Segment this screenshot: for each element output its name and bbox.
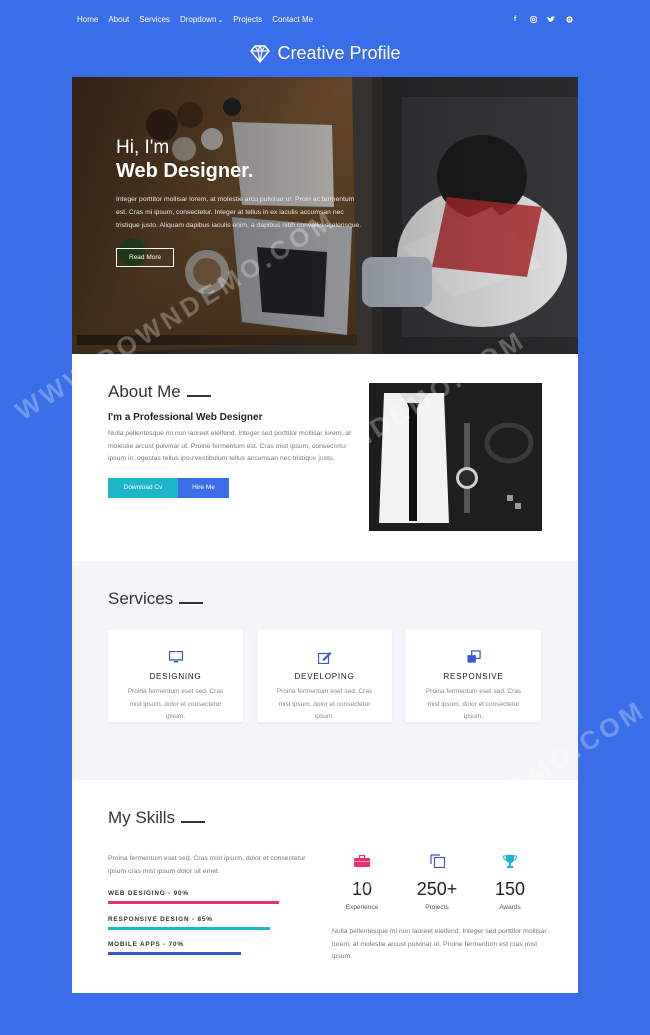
about-text: About Me I'm a Professional Web Designer… xyxy=(108,382,358,498)
hero-text: Hi, I'm Web Designer. Integer porttitor … xyxy=(116,137,366,267)
services-section: Services DESIGNING Proina fermentum eset… xyxy=(72,561,578,780)
briefcase-icon xyxy=(335,855,389,867)
nav-dropdown[interactable]: Dropdown⌄ xyxy=(180,15,223,24)
about-description: Nulla pellentesque mi non laoreet eleife… xyxy=(108,430,351,462)
skills-heading: My Skills xyxy=(108,808,206,828)
hire-me-button[interactable]: Hire Me xyxy=(178,477,229,498)
monitor-icon xyxy=(168,650,183,664)
twitter-icon[interactable] xyxy=(547,15,555,23)
stat-label: Awards xyxy=(499,904,521,911)
skill-label: WEB DESIGING - 90% xyxy=(108,890,189,897)
instagram-icon[interactable] xyxy=(529,15,537,23)
about-section: About Me I'm a Professional Web Designer… xyxy=(72,354,578,561)
hero-description: Integer porttitor mollisar lorem, at mol… xyxy=(116,196,362,229)
trophy-icon xyxy=(483,854,537,868)
service-card-responsive[interactable]: RESPONSIVE Proina fermentum eset sed. Cr… xyxy=(406,630,541,722)
edit-icon xyxy=(317,650,332,664)
read-more-button[interactable]: Read More xyxy=(116,248,175,267)
stat-number: 250+ xyxy=(416,879,458,899)
nav-about[interactable]: About xyxy=(108,15,129,24)
stat-label: Experience xyxy=(345,904,379,911)
brand-title: Creative Profile xyxy=(277,43,401,63)
nav-links: Home About Services Dropdown⌄ Projects C… xyxy=(77,15,323,24)
skill-track xyxy=(108,952,298,955)
nav-home[interactable]: Home xyxy=(77,15,98,24)
hero-title: Web Designer. xyxy=(116,160,254,182)
stat-number: 150 xyxy=(494,879,526,899)
nav-projects[interactable]: Projects xyxy=(233,15,262,24)
dribbble-icon[interactable] xyxy=(565,15,573,23)
service-title: DEVELOPING xyxy=(294,672,355,681)
service-description: Proina fermentum eset sed. Cras mist ips… xyxy=(127,688,224,720)
clone-icon xyxy=(410,854,464,868)
about-subtitle: I'm a Professional Web Designer xyxy=(108,412,263,423)
stat-projects: 250+ Projects xyxy=(410,854,464,911)
skill-track xyxy=(108,927,298,930)
skill-bar-responsive-design: RESPONSIVE DESIGN - 85% xyxy=(108,916,298,930)
about-heading: About Me xyxy=(108,382,358,402)
skill-label: RESPONSIVE DESIGN - 85% xyxy=(108,916,213,923)
title-underline xyxy=(179,602,204,604)
title-underline xyxy=(186,395,211,397)
clone-icon xyxy=(466,650,481,664)
service-card-designing[interactable]: DESIGNING Proina fermentum eset sed. Cra… xyxy=(108,630,243,722)
top-navigation: Home About Services Dropdown⌄ Projects C… xyxy=(0,0,650,38)
nav-services[interactable]: Services xyxy=(139,15,170,24)
service-title: DESIGNING xyxy=(149,672,202,681)
title-underline xyxy=(181,821,206,823)
stat-label: Projects xyxy=(425,904,449,911)
stat-experience: 10 Experience xyxy=(335,855,389,911)
diamond-icon xyxy=(250,44,271,63)
nav-contact[interactable]: Contact Me xyxy=(272,15,313,24)
skill-fill xyxy=(108,927,270,930)
about-buttons: Download Cv Hire Me xyxy=(108,477,358,498)
skills-title: My Skills xyxy=(108,808,176,827)
stat-awards: 150 Awards xyxy=(483,854,537,911)
stat-number: 10 xyxy=(351,879,373,899)
service-card-developing[interactable]: DEVELOPING Proina fermentum eset sed. Cr… xyxy=(257,630,392,722)
skill-bar-web-designing: WEB DESIGING - 90% xyxy=(108,890,298,904)
service-description: Proina fermentum eset sed. Cras mist ips… xyxy=(276,688,373,720)
stats-description: Nulla pellentesque mi non laoreet eleife… xyxy=(332,928,547,960)
about-image xyxy=(369,383,542,531)
skill-track xyxy=(108,901,298,904)
skills-description: Proina fermentum eset sed. Cras mist ips… xyxy=(108,855,306,875)
nav-dropdown-label: Dropdown xyxy=(179,14,217,24)
skill-fill xyxy=(108,901,279,904)
hero-section: Hi, I'm Web Designer. Integer porttitor … xyxy=(72,77,578,354)
service-description: Proina fermentum eset sed. Cras mist ips… xyxy=(425,688,522,720)
download-cv-button[interactable]: Download Cv xyxy=(108,477,178,498)
brand-header[interactable]: Creative Profile xyxy=(0,43,650,64)
hero-greeting: Hi, I'm xyxy=(116,137,170,158)
skills-section: My Skills Proina fermentum eset sed. Cra… xyxy=(72,780,578,993)
skill-fill xyxy=(108,952,241,955)
skill-bar-mobile-apps: MOBILE APPS - 70% xyxy=(108,941,298,955)
main-content: Hi, I'm Web Designer. Integer porttitor … xyxy=(72,77,578,993)
facebook-icon[interactable]: f xyxy=(511,15,519,23)
services-title: Services xyxy=(108,589,174,608)
chevron-down-icon: ⌄ xyxy=(217,16,224,24)
services-heading: Services xyxy=(108,589,204,609)
about-title: About Me xyxy=(108,382,181,401)
skill-label: MOBILE APPS - 70% xyxy=(108,941,184,948)
social-links: f xyxy=(511,15,573,23)
service-title: RESPONSIVE xyxy=(443,672,504,681)
